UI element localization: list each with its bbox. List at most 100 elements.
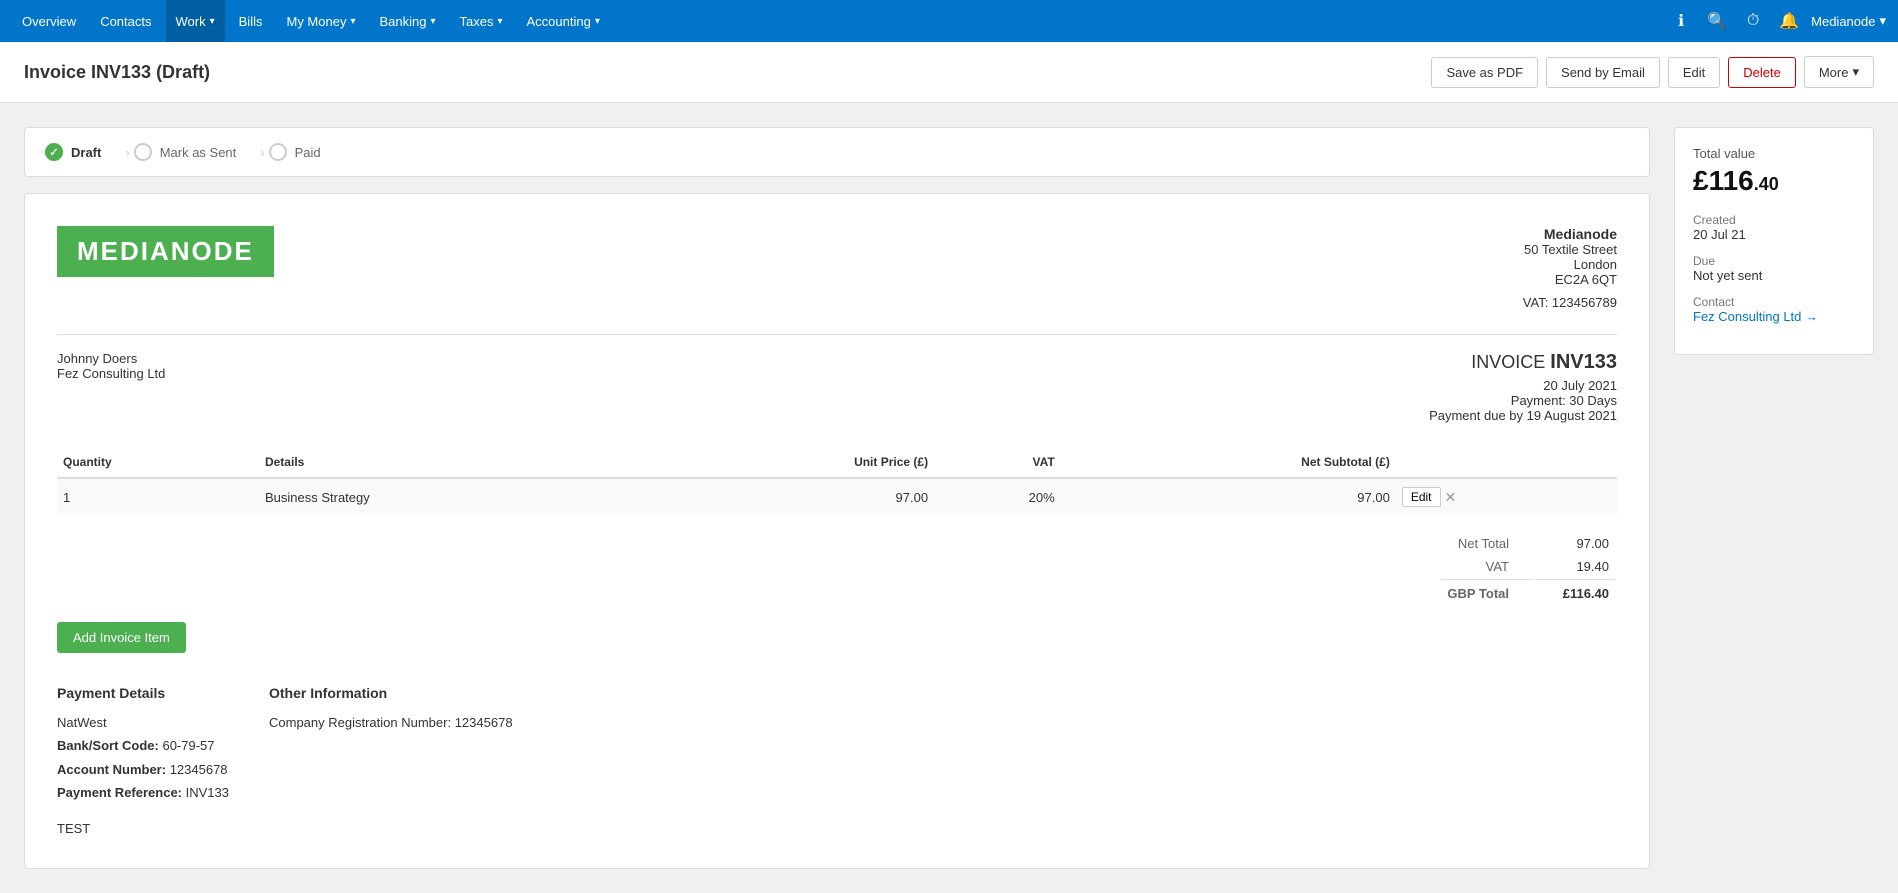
accounting-chevron-icon: ▾ <box>595 16 600 27</box>
line-actions: Edit ✕ <box>1402 487 1611 507</box>
status-sep-2: › <box>260 145 264 160</box>
line-delete-button[interactable]: ✕ <box>1445 489 1457 506</box>
add-invoice-item-button[interactable]: Add Invoice Item <box>57 622 186 653</box>
page-title: Invoice INV133 (Draft) <box>24 62 210 83</box>
nav-my-money[interactable]: My Money ▾ <box>276 0 365 42</box>
col-vat: VAT <box>934 447 1061 478</box>
nav-right-icons: ℹ 🔍 ⏱ 🔔 Medianode ▾ <box>1667 7 1886 35</box>
vat-row: VAT 19.40 <box>1441 556 1615 577</box>
other-info: Other Information Company Registration N… <box>269 685 513 805</box>
company-name: Medianode <box>1523 226 1617 242</box>
invoice-date: 20 July 2021 <box>1429 378 1617 393</box>
timer-icon[interactable]: ⏱ <box>1739 7 1767 35</box>
draft-status-icon: ✓ <box>45 143 63 161</box>
my-money-chevron-icon: ▾ <box>350 16 355 27</box>
edit-button[interactable]: Edit <box>1668 57 1720 88</box>
table-row: 1 Business Strategy 97.00 20% 97.00 Edit… <box>57 478 1617 515</box>
col-subtotal: Net Subtotal (£) <box>1061 447 1396 478</box>
vat-value: 19.40 <box>1535 556 1615 577</box>
delete-button[interactable]: Delete <box>1728 57 1796 88</box>
col-quantity: Quantity <box>57 447 259 478</box>
net-total-row: Net Total 97.00 <box>1441 533 1615 554</box>
total-pounds: £116 <box>1693 165 1754 196</box>
total-value-label: Total value <box>1693 146 1855 161</box>
bank-name: NatWest <box>57 711 229 734</box>
paid-status-icon <box>269 143 287 161</box>
nav-work[interactable]: Work ▾ <box>166 0 225 42</box>
row-vat: 20% <box>934 478 1061 515</box>
info-icon[interactable]: ℹ <box>1667 7 1695 35</box>
sort-code: Bank/Sort Code: 60-79-57 <box>57 734 229 757</box>
line-edit-button[interactable]: Edit <box>1402 487 1441 507</box>
invoice-title-label: INVOICE INV133 <box>1429 351 1617 374</box>
payment-details-title: Payment Details <box>57 685 229 701</box>
due-label: Due <box>1693 254 1855 268</box>
work-chevron-icon: ▾ <box>210 16 215 27</box>
row-details: Business Strategy <box>259 478 648 515</box>
summary-card: Total value £116.40 Created 20 Jul 21 Du… <box>1674 127 1874 355</box>
invoice-meta: INVOICE INV133 20 July 2021 Payment: 30 … <box>1429 351 1617 423</box>
contact-value: Fez Consulting Ltd → <box>1693 309 1855 324</box>
header-divider <box>57 334 1617 335</box>
payment-reference: Payment Reference: INV133 <box>57 781 229 804</box>
col-details: Details <box>259 447 648 478</box>
sidebar-panel: Total value £116.40 Created 20 Jul 21 Du… <box>1674 127 1874 869</box>
company-info: Medianode 50 Textile Street London EC2A … <box>1523 226 1617 310</box>
company-header: MEDIANODE Medianode 50 Textile Street Lo… <box>57 226 1617 310</box>
company-address-1: 50 Textile Street <box>1523 242 1617 257</box>
col-actions <box>1396 447 1617 478</box>
row-unit-price: 97.00 <box>648 478 934 515</box>
footer-info: Payment Details NatWest Bank/Sort Code: … <box>57 685 1617 805</box>
nav-taxes[interactable]: Taxes ▾ <box>450 0 513 42</box>
net-total-label: Net Total <box>1441 533 1533 554</box>
send-email-button[interactable]: Send by Email <box>1546 57 1660 88</box>
nav-bills[interactable]: Bills <box>229 0 273 42</box>
company-address-3: EC2A 6QT <box>1523 272 1617 287</box>
main-content: ✓ Draft › Mark as Sent › Paid MEDIANODE … <box>0 103 1898 893</box>
invoice-area: ✓ Draft › Mark as Sent › Paid MEDIANODE … <box>24 127 1650 869</box>
user-chevron-icon: ▾ <box>1879 13 1886 29</box>
due-item: Due Not yet sent <box>1693 254 1855 283</box>
save-pdf-button[interactable]: Save as PDF <box>1431 57 1538 88</box>
company-logo: MEDIANODE <box>57 226 274 277</box>
top-navigation: Overview Contacts Work ▾ Bills My Money … <box>0 0 1898 42</box>
invoice-table: Quantity Details Unit Price (£) VAT Net … <box>57 447 1617 515</box>
invoice-notes: TEST <box>57 821 1617 836</box>
more-button[interactable]: More ▾ <box>1804 56 1874 88</box>
row-actions: Edit ✕ <box>1396 478 1617 515</box>
status-step-draft[interactable]: ✓ Draft <box>45 143 121 161</box>
page-header: Invoice INV133 (Draft) Save as PDF Send … <box>0 42 1898 103</box>
payment-terms: Payment: 30 Days <box>1429 393 1617 408</box>
net-total-value: 97.00 <box>1535 533 1615 554</box>
company-vat: VAT: 123456789 <box>1523 295 1617 310</box>
contact-label: Contact <box>1693 295 1855 309</box>
status-sep-1: › <box>125 145 129 160</box>
created-label: Created <box>1693 213 1855 227</box>
payment-details: Payment Details NatWest Bank/Sort Code: … <box>57 685 229 805</box>
nav-accounting[interactable]: Accounting ▾ <box>517 0 610 42</box>
more-chevron-icon: ▾ <box>1852 64 1859 80</box>
user-menu[interactable]: Medianode ▾ <box>1811 13 1886 29</box>
col-unit-price: Unit Price (£) <box>648 447 934 478</box>
row-qty: 1 <box>57 478 259 515</box>
invoice-document: MEDIANODE Medianode 50 Textile Street Lo… <box>24 193 1650 869</box>
company-address-2: London <box>1523 257 1617 272</box>
nav-overview[interactable]: Overview <box>12 0 86 42</box>
status-step-paid[interactable]: Paid <box>269 143 341 161</box>
vat-label: VAT <box>1441 556 1533 577</box>
status-step-sent[interactable]: Mark as Sent <box>134 143 257 161</box>
sent-status-icon <box>134 143 152 161</box>
contact-link[interactable]: Fez Consulting Ltd → <box>1693 309 1818 324</box>
nav-contacts[interactable]: Contacts <box>90 0 161 42</box>
taxes-chevron-icon: ▾ <box>497 16 502 27</box>
notifications-icon[interactable]: 🔔 <box>1775 7 1803 35</box>
client-name: Johnny Doers <box>57 351 165 366</box>
banking-chevron-icon: ▾ <box>430 16 435 27</box>
totals-section: Net Total 97.00 VAT 19.40 GBP Total £116… <box>57 531 1617 606</box>
header-actions: Save as PDF Send by Email Edit Delete Mo… <box>1431 56 1874 88</box>
bill-to: Johnny Doers Fez Consulting Ltd <box>57 351 165 423</box>
grand-total-label: GBP Total <box>1441 579 1533 604</box>
client-company: Fez Consulting Ltd <box>57 366 165 381</box>
search-icon[interactable]: 🔍 <box>1703 7 1731 35</box>
nav-banking[interactable]: Banking ▾ <box>369 0 445 42</box>
